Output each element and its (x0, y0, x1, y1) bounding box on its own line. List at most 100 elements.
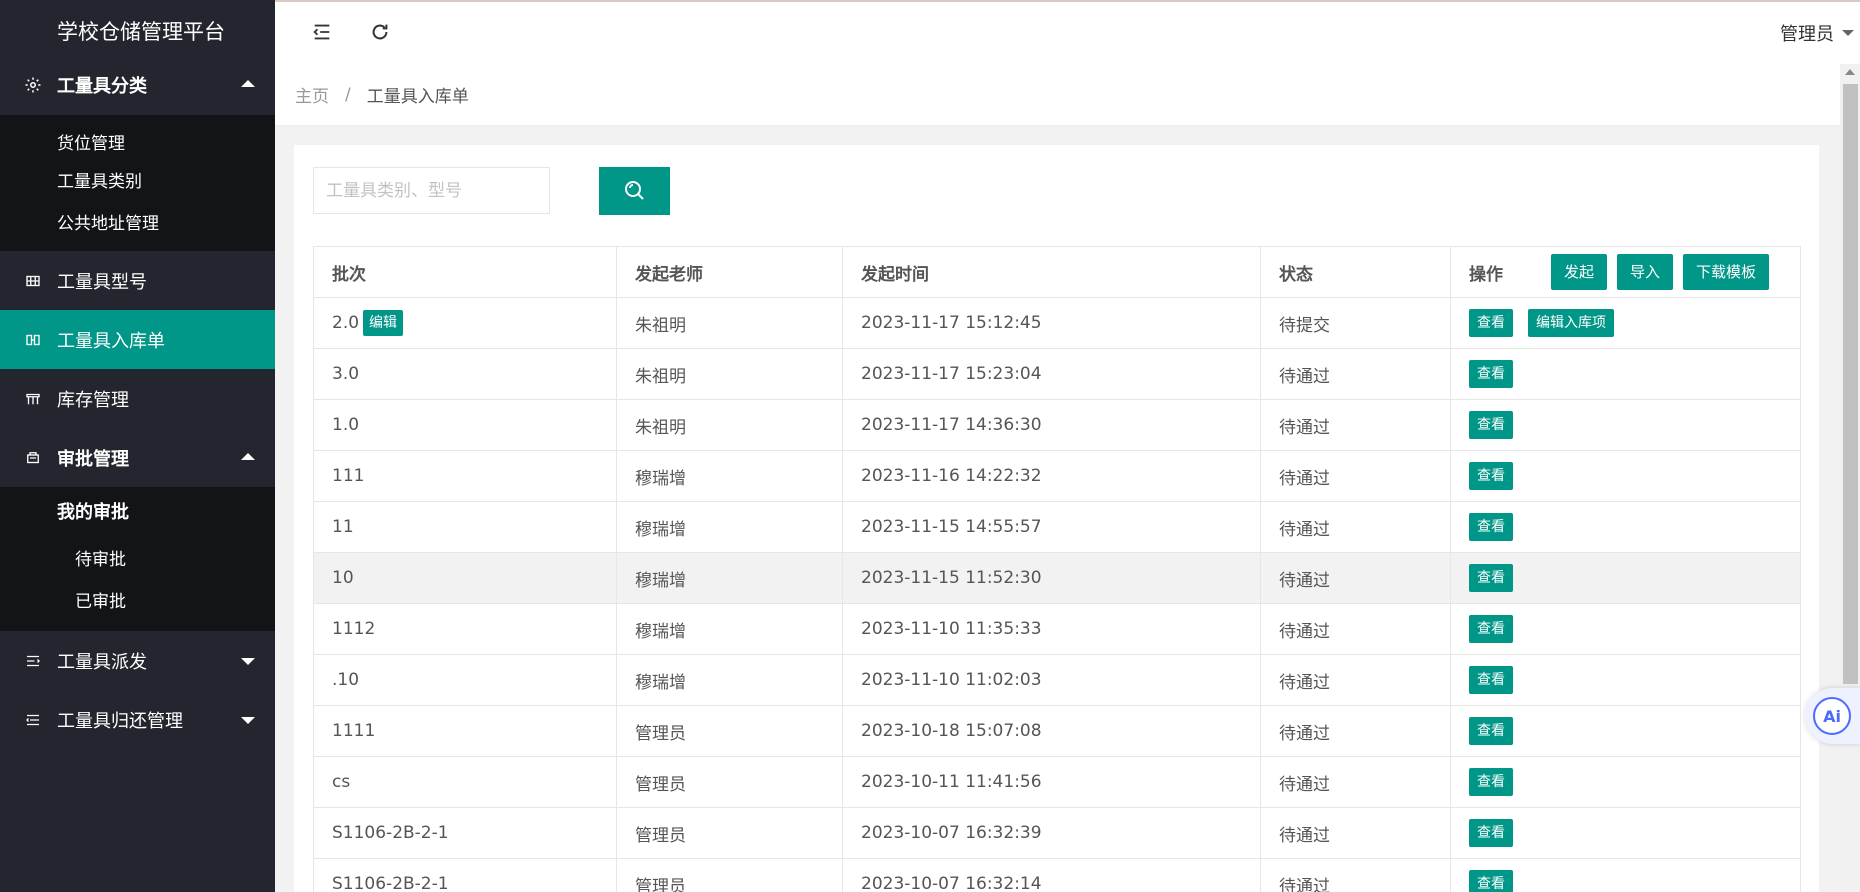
cell-batch: 1111 (313, 705, 617, 757)
batch-value: 11 (332, 517, 354, 537)
scroll-up-arrow-icon[interactable] (1845, 69, 1855, 75)
sidebar-item-pending[interactable]: 待审批 (0, 539, 275, 581)
view-button[interactable]: 查看 (1469, 513, 1513, 541)
warehouse-icon (24, 390, 42, 408)
view-button[interactable]: 查看 (1469, 615, 1513, 643)
sidebar-item-label: 我的审批 (57, 502, 129, 523)
cell-actions: 查看 (1450, 552, 1801, 604)
menu-fold-icon (313, 24, 330, 40)
breadcrumb-home[interactable]: 主页 (295, 82, 329, 107)
view-button[interactable]: 查看 (1469, 870, 1513, 892)
cell-time: 2023-11-15 11:52:30 (842, 552, 1261, 604)
cell-time: 2023-11-10 11:35:33 (842, 603, 1261, 655)
download-template-button[interactable]: 下载模板 (1683, 254, 1770, 290)
table-row: 1.0 朱祖明 2023-11-17 14:36:30 待通过 查看 (313, 399, 1801, 451)
cell-time: 2023-10-18 15:07:08 (842, 705, 1261, 757)
import-button[interactable]: 导入 (1617, 254, 1674, 290)
cell-actions: 查看 (1450, 807, 1801, 859)
cell-status: 待通过 (1260, 399, 1451, 451)
initiate-button[interactable]: 发起 (1551, 254, 1608, 290)
edit-batch-button[interactable]: 编辑 (363, 310, 404, 336)
submenu-category: 货位管理 工量具类别 公共地址管理 (0, 115, 275, 251)
cell-actions: 查看 (1450, 756, 1801, 808)
page-scrollbar[interactable] (1840, 64, 1860, 892)
sidebar-item-approval[interactable]: 审批管理 (0, 428, 275, 487)
cell-actions: 查看 编辑入库项 (1450, 297, 1801, 349)
cell-teacher: 穆瑞增 (616, 552, 843, 604)
sidebar-item-return[interactable]: 工量具归还管理 (0, 690, 275, 749)
cell-batch: 2.0 编辑 (313, 297, 617, 349)
ai-assistant-button[interactable]: Ai (1805, 688, 1860, 744)
cell-teacher: 穆瑞增 (616, 501, 843, 553)
cell-time: 2023-11-17 15:12:45 (842, 297, 1261, 349)
view-button[interactable]: 查看 (1469, 411, 1513, 439)
ai-icon: Ai (1813, 697, 1851, 735)
chevron-up-icon (241, 452, 255, 460)
batch-value: 10 (332, 568, 354, 588)
table-row: 111 穆瑞增 2023-11-16 14:22:32 待通过 查看 (313, 450, 1801, 502)
sidebar-item-category[interactable]: 工量具分类 (0, 55, 275, 115)
cell-batch: 111 (313, 450, 617, 502)
cell-teacher: 管理员 (616, 807, 843, 859)
table-row: S1106-2B-2-1 管理员 2023-10-07 16:32:39 待通过 查看 (313, 807, 1801, 859)
breadcrumb-current: 工量具入库单 (366, 87, 469, 107)
sidebar-item-public-address[interactable]: 公共地址管理 (0, 203, 275, 245)
sidebar-item-approved[interactable]: 已审批 (0, 581, 275, 623)
table-row: .10 穆瑞增 2023-11-10 11:02:03 待通过 查看 (313, 654, 1801, 706)
sidebar-item-my-approval[interactable]: 我的审批 (0, 487, 275, 539)
view-button[interactable]: 查看 (1469, 768, 1513, 796)
breadcrumb: 主页 / 工量具入库单 (275, 64, 1840, 126)
table-row: 1112 穆瑞增 2023-11-10 11:35:33 待通过 查看 (313, 603, 1801, 655)
sidebar-item-tool-type[interactable]: 工量具类别 (0, 161, 275, 203)
view-button[interactable]: 查看 (1469, 819, 1513, 847)
col-time: 发起时间 (842, 246, 1261, 298)
chevron-up-icon (241, 80, 255, 87)
cell-actions: 查看 (1450, 399, 1801, 451)
cell-status: 待提交 (1260, 297, 1451, 349)
edit-items-button[interactable]: 编辑入库项 (1528, 309, 1614, 337)
cell-status: 待通过 (1260, 348, 1451, 400)
refresh-button[interactable] (368, 20, 392, 44)
refresh-icon (372, 24, 388, 40)
sidebar-item-dispatch[interactable]: 工量具派发 (0, 631, 275, 690)
cell-status: 待通过 (1260, 654, 1451, 706)
view-button[interactable]: 查看 (1469, 717, 1513, 745)
view-button[interactable]: 查看 (1469, 360, 1513, 388)
inbound-icon (24, 331, 42, 349)
batch-value: cs (332, 772, 351, 792)
table-row: 11 穆瑞增 2023-11-15 14:55:57 待通过 查看 (313, 501, 1801, 553)
cell-time: 2023-11-15 14:55:57 (842, 501, 1261, 553)
cell-time: 2023-10-07 16:32:14 (842, 858, 1261, 892)
cell-actions: 查看 (1450, 705, 1801, 757)
view-button[interactable]: 查看 (1469, 666, 1513, 694)
sidebar-item-label: 工量具分类 (57, 76, 147, 97)
batch-value: 3.0 (332, 364, 360, 384)
view-button[interactable]: 查看 (1469, 309, 1513, 337)
search-input[interactable] (313, 167, 550, 214)
batch-value: 1111 (332, 721, 376, 741)
cell-status: 待通过 (1260, 603, 1451, 655)
scroll-thumb[interactable] (1843, 84, 1858, 684)
sidebar-item-label: 工量具派发 (57, 651, 147, 673)
user-menu[interactable]: 管理员 (1780, 20, 1854, 46)
breadcrumb-separator: / (345, 84, 351, 105)
sidebar-item-inbound[interactable]: 工量具入库单 (0, 310, 275, 369)
col-actions-label: 操作 (1469, 264, 1503, 285)
sidebar-item-inventory[interactable]: 库存管理 (0, 369, 275, 428)
sidebar-item-model[interactable]: 工量具型号 (0, 251, 275, 310)
cell-teacher: 穆瑞增 (616, 654, 843, 706)
list-icon (24, 711, 42, 729)
cell-status: 待通过 (1260, 450, 1451, 502)
sidebar-item-location[interactable]: 货位管理 (0, 119, 275, 161)
cell-actions: 查看 (1450, 603, 1801, 655)
view-button[interactable]: 查看 (1469, 564, 1513, 592)
cell-batch: S1106-2B-2-1 (313, 858, 617, 892)
search-button[interactable] (599, 167, 670, 215)
table-row: S1106-2B-2-1 管理员 2023-10-07 16:32:14 待通过 查看 (313, 858, 1801, 892)
collapse-menu-button[interactable] (310, 20, 334, 44)
search-icon (624, 181, 644, 200)
gear-icon (24, 76, 42, 94)
table-header-row: 批次 发起老师 发起时间 状态 操作 发起 导入 下载模板 (313, 246, 1801, 298)
view-button[interactable]: 查看 (1469, 462, 1513, 490)
cell-actions: 查看 (1450, 654, 1801, 706)
